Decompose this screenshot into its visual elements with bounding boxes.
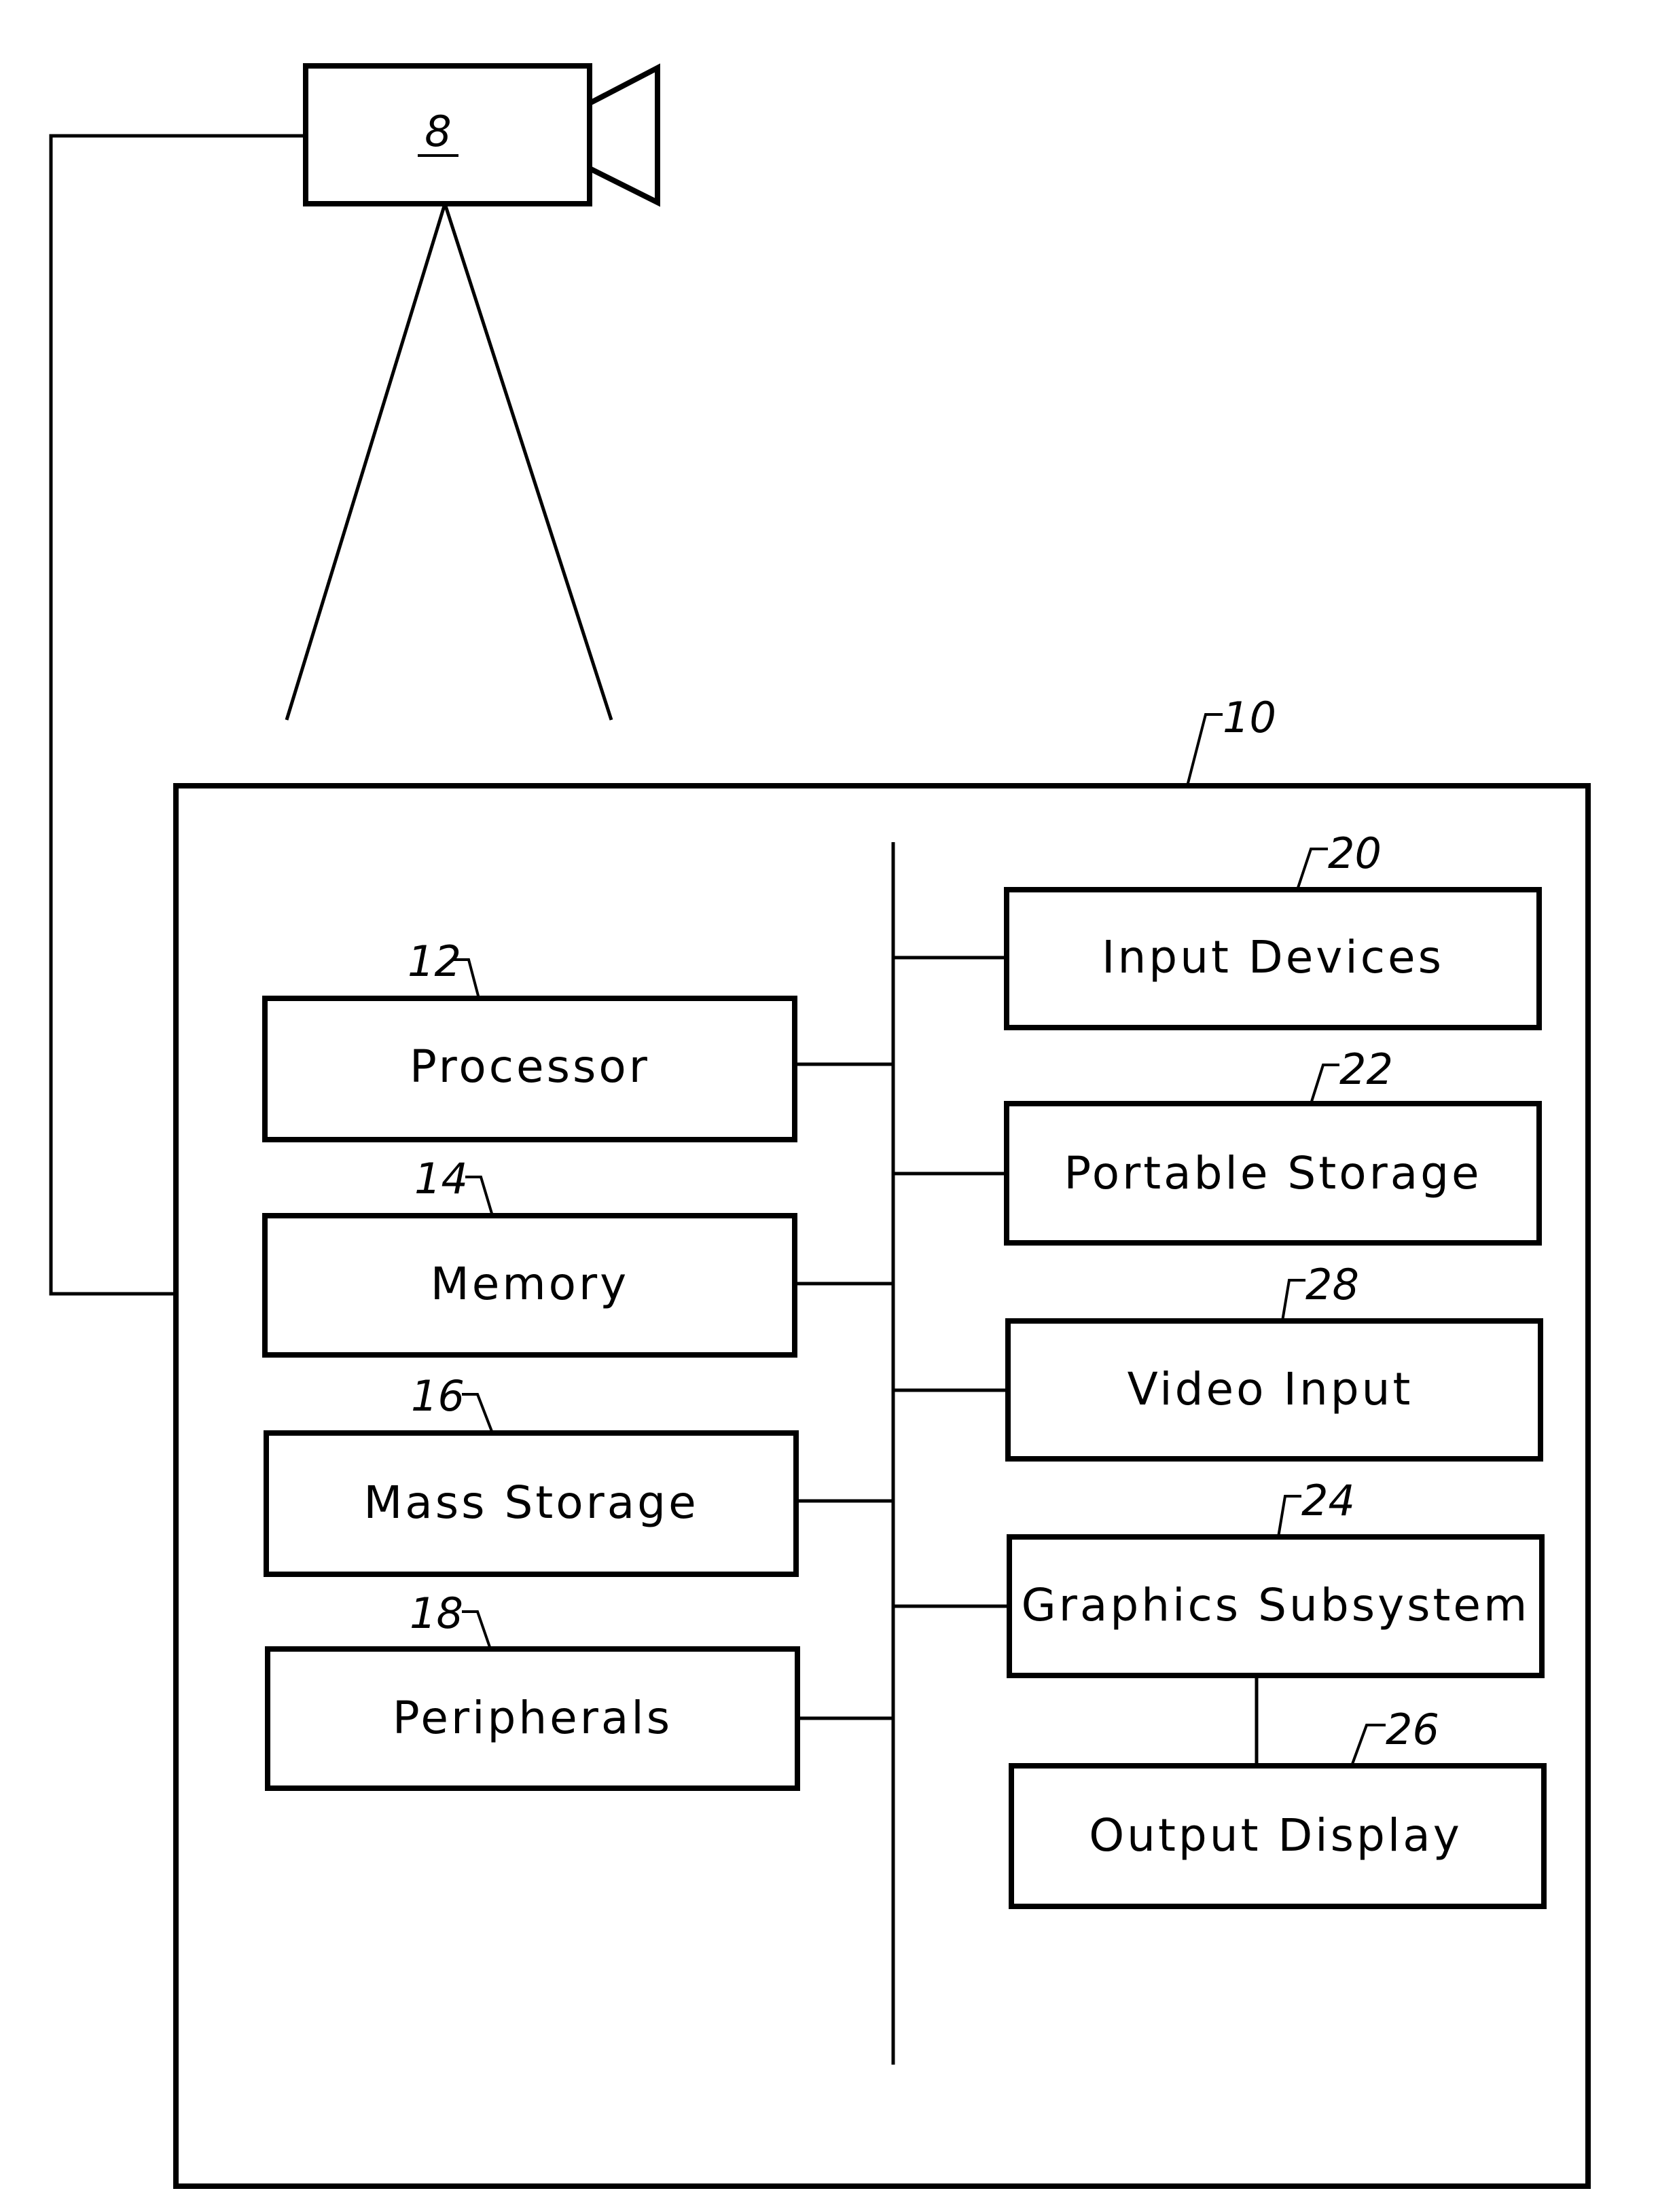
camera: 8 (303, 63, 660, 207)
output-display-label: Output Display (1089, 1809, 1462, 1862)
mass-storage-label: Mass Storage (363, 1476, 698, 1529)
input-devices-label: Input Devices (1102, 931, 1444, 983)
processor-ref: 12 (408, 937, 461, 986)
memory-ref: 14 (414, 1154, 468, 1203)
patent-figure: 8 10 Processor 12 Memory 14 Mass Storage… (49, 63, 1591, 2189)
camera-lens (587, 63, 660, 207)
output-display-ref: 26 (1386, 1705, 1439, 1754)
peripherals-label: Peripherals (393, 1692, 672, 1744)
memory-label: Memory (431, 1258, 629, 1310)
mass-storage-ref: 16 (411, 1371, 465, 1421)
graphics-subsystem-label: Graphics Subsystem (1022, 1579, 1530, 1631)
camera-ref: 8 (425, 107, 451, 156)
video-input-ref: 28 (1305, 1260, 1359, 1309)
system-ref-leader (1186, 713, 1223, 786)
graphics-subsystem-ref: 24 (1301, 1476, 1355, 1525)
system-ref: 10 (1223, 693, 1276, 742)
tripod-leg-left (285, 203, 447, 721)
tripod-leg-right (443, 203, 613, 721)
peripherals-ref: 18 (410, 1589, 463, 1638)
portable-storage-label: Portable Storage (1064, 1147, 1481, 1199)
processor-label: Processor (410, 1040, 650, 1093)
portable-storage-ref: 22 (1339, 1045, 1393, 1094)
video-input-label: Video Input (1128, 1363, 1413, 1415)
input-devices-ref: 20 (1328, 829, 1382, 878)
